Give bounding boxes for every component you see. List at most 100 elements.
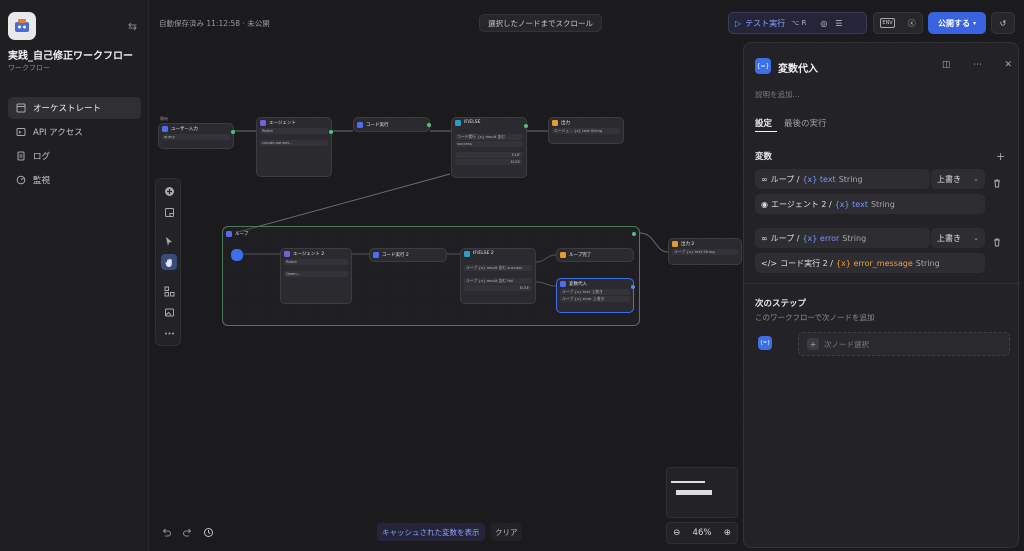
sidebar-item-logs[interactable]: ログ — [8, 145, 141, 167]
variable-assign-icon: {=} — [755, 58, 771, 74]
scroll-to-node-button[interactable]: 選択したノードまでスクロール — [479, 14, 602, 32]
checklist-icon[interactable]: ◎ — [820, 19, 827, 28]
node-loop-end[interactable]: ループ完了 — [556, 248, 634, 262]
output-port[interactable] — [231, 130, 235, 134]
history-icon: ↺ — [999, 18, 1007, 28]
assign-mode-value: 上書き — [937, 233, 961, 243]
description-input[interactable]: 説明を追加... — [755, 89, 800, 100]
output-node-icon — [552, 119, 558, 126]
node-row: ループ {x} text String — [672, 249, 738, 255]
delete-variable-icon[interactable] — [992, 173, 1004, 188]
assign-mode-select-2[interactable]: 上書き ⌄ — [931, 228, 985, 248]
panel-title[interactable]: 変数代入 — [778, 60, 818, 75]
variable-source-2[interactable]: </> コード実行 2 / {x} error_message String — [755, 253, 985, 273]
add-variable-icon[interactable]: + — [996, 150, 1005, 163]
more-icon[interactable] — [161, 325, 177, 341]
undo-redo-group — [155, 520, 235, 544]
node-agent[interactable]: エージェント ReAct claude-sonnet... — [256, 117, 333, 177]
node-title: エージェント — [269, 120, 296, 126]
loop-start-node[interactable] — [231, 249, 243, 261]
code-node-icon — [373, 252, 379, 258]
node-code-exec-2[interactable]: コード実行 2 — [369, 248, 447, 262]
sidebar-item-orchestrate[interactable]: オーケストレート — [8, 97, 141, 119]
variable-target-2[interactable]: ∞ ループ / {x} error String — [755, 228, 930, 248]
chevron-down-icon: ▾ — [972, 19, 976, 27]
loop-end-icon — [560, 252, 566, 258]
node-code-exec[interactable]: コード実行 — [353, 117, 431, 132]
layout-split-icon[interactable]: ◫ — [942, 60, 951, 70]
current-node-icon: {=} — [758, 336, 772, 350]
zoom-control: ⊖ 46% ⊕ — [666, 522, 738, 544]
node-variable-assign[interactable]: 変数代入 ループ {x} text 上書き ループ {x} error 上書き — [556, 278, 635, 313]
undo-icon[interactable] — [161, 523, 172, 542]
zoom-level[interactable]: 46% — [693, 528, 712, 538]
variable-target-name: {x} text — [802, 174, 836, 184]
node-title: 変数代入 — [569, 281, 587, 287]
node-user-input[interactable]: ユーザー入力 query — [158, 123, 235, 149]
node-row: success — [455, 141, 523, 147]
output-port[interactable] — [631, 285, 635, 289]
node-title: エージェント 2 — [293, 251, 325, 257]
next-step-title: 次のステップ — [755, 299, 807, 309]
app-icon[interactable] — [8, 12, 36, 40]
image-export-icon[interactable] — [161, 304, 177, 320]
node-row: ELSE — [455, 159, 523, 165]
sidebar-toggle-icon[interactable]: ⇆ — [126, 20, 139, 33]
node-output[interactable]: 出力 エージェ... {x} text String — [548, 117, 624, 144]
node-output-2[interactable]: 出力 2 ループ {x} text String — [668, 238, 742, 265]
output-port[interactable] — [427, 123, 431, 127]
zoom-in-icon[interactable]: ⊕ — [724, 528, 731, 538]
redo-icon[interactable] — [182, 523, 193, 542]
history-icon[interactable] — [203, 523, 214, 542]
node-title: ループ — [235, 231, 249, 237]
minimap[interactable] — [666, 467, 738, 518]
variable-source-1[interactable]: ◉ エージェント 2 / {x} text String — [755, 194, 985, 214]
ifelse-node-icon — [455, 119, 461, 126]
history-button[interactable]: ↺ — [991, 12, 1015, 34]
monitor-icon — [16, 175, 26, 185]
workflow-editor: ⇆ 実践_自己修正ワークフロー ワークフロー オーケストレート API アクセス… — [0, 0, 1024, 551]
variable-source-name: {x} text — [834, 199, 868, 209]
show-cached-variables-button[interactable]: キャッシュされた変数を表示 — [377, 523, 485, 541]
assign-node-icon — [560, 280, 566, 287]
close-icon[interactable]: ✕ — [1004, 60, 1012, 70]
node-agent-2[interactable]: エージェント 2 ReAct Qwen... — [280, 248, 352, 304]
layout-icon — [16, 103, 26, 113]
variable-target-1[interactable]: ∞ ループ / {x} text String — [755, 169, 930, 189]
node-ifelse-2[interactable]: IF/ELSE 2 ループ {x} result 含む success ループ … — [460, 248, 536, 304]
sidebar-item-monitor[interactable]: 監視 — [8, 169, 141, 191]
output-port[interactable] — [329, 130, 333, 134]
document-icon — [16, 151, 26, 161]
variable-target-name: {x} error — [802, 233, 840, 243]
app-title: 実践_自己修正ワークフロー — [8, 51, 133, 62]
clear-button[interactable]: クリア — [491, 523, 522, 541]
node-ifelse[interactable]: IF/ELSE コード実行 {x} result 含む success ELIF… — [451, 117, 528, 178]
delete-variable-icon[interactable] — [992, 232, 1004, 247]
publish-button[interactable]: 公開する ▾ — [928, 12, 986, 34]
code-node-icon — [357, 121, 363, 128]
pointer-icon[interactable] — [161, 233, 177, 249]
next-node-select[interactable]: + 次ノード選択 — [798, 332, 1010, 356]
node-row: ReAct — [284, 259, 348, 265]
sidebar-item-label: オーケストレート — [33, 104, 102, 114]
node-title: IF/ELSE — [464, 120, 481, 125]
more-icon[interactable]: ⋯ — [973, 60, 982, 70]
variable-target-prefix: ループ / — [770, 233, 800, 243]
variable-source-prefix: コード実行 2 / — [780, 258, 833, 268]
add-note-icon[interactable] — [161, 204, 177, 220]
organize-icon[interactable] — [161, 283, 177, 299]
terminal-icon — [16, 127, 26, 137]
zoom-out-icon[interactable]: ⊖ — [673, 528, 680, 538]
output-port[interactable] — [632, 232, 636, 236]
assign-mode-select-1[interactable]: 上書き ⌄ — [931, 169, 985, 189]
tab-last-run[interactable]: 最後の実行 — [784, 117, 827, 133]
env-icon[interactable]: ENV — [880, 18, 895, 28]
hand-icon[interactable] — [161, 254, 177, 270]
loop-node-icon — [226, 230, 232, 237]
test-run-button[interactable]: ▷ テスト実行 ⌥ R ◎ ☰ — [728, 12, 867, 34]
list-check-icon[interactable]: ☰ — [835, 19, 842, 28]
output-port[interactable] — [524, 124, 528, 128]
sidebar-item-api[interactable]: API アクセス — [8, 121, 141, 143]
add-node-icon[interactable] — [161, 183, 177, 199]
variable-x-icon[interactable]: ⓧ — [908, 18, 916, 29]
